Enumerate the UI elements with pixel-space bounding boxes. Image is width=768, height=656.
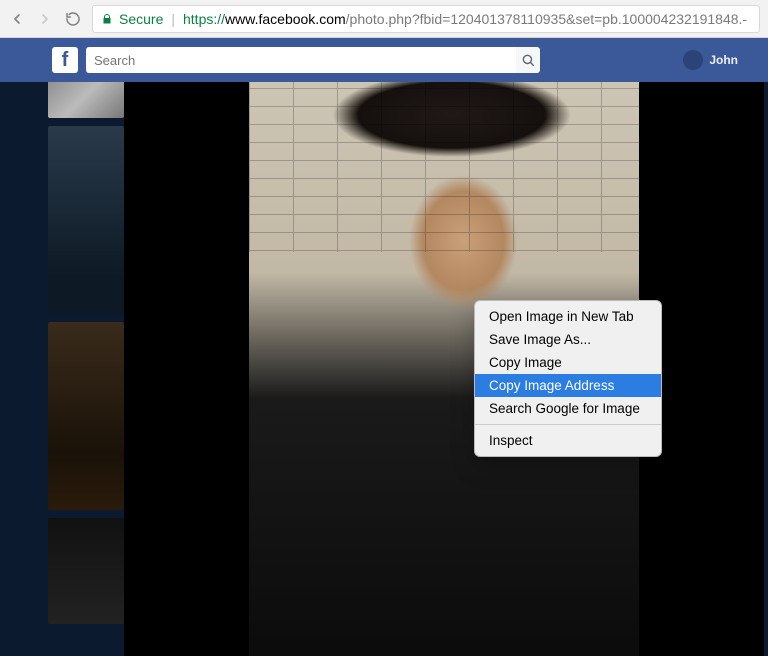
facebook-header: f John: [0, 38, 768, 82]
facebook-logo-icon[interactable]: f: [52, 47, 78, 73]
thumbnail[interactable]: [48, 82, 124, 118]
menu-inspect[interactable]: Inspect: [475, 429, 661, 452]
search-wrap: [86, 47, 516, 73]
reload-button[interactable]: [64, 10, 82, 28]
photo-lightbox: [124, 82, 764, 656]
forward-button[interactable]: [36, 10, 54, 28]
photo-bg-pattern: [249, 82, 639, 252]
lock-icon: [101, 12, 113, 26]
back-button[interactable]: [8, 10, 26, 28]
page-body: Open Image in New Tab Save Image As... C…: [0, 82, 768, 656]
menu-open-image-new-tab[interactable]: Open Image in New Tab: [475, 305, 661, 328]
profile-link[interactable]: John: [683, 50, 738, 70]
address-bar[interactable]: Secure | https://www.facebook.com/photo.…: [92, 5, 760, 33]
menu-copy-image-address[interactable]: Copy Image Address: [475, 374, 661, 397]
url-protocol: https://: [183, 11, 225, 27]
search-button[interactable]: [516, 47, 540, 73]
secure-label: Secure: [119, 11, 163, 27]
url-path: /photo.php?fbid=120401378110935&set=pb.1…: [346, 11, 747, 27]
thumbnail-strip: [48, 82, 124, 624]
avatar-icon: [683, 50, 703, 70]
search-input[interactable]: [86, 47, 516, 73]
menu-copy-image[interactable]: Copy Image: [475, 351, 661, 374]
address-divider: |: [171, 11, 175, 27]
url-host: www.facebook.com: [225, 11, 346, 27]
thumbnail[interactable]: [48, 322, 124, 510]
menu-search-google-image[interactable]: Search Google for Image: [475, 397, 661, 420]
context-menu: Open Image in New Tab Save Image As... C…: [474, 300, 662, 457]
menu-save-image-as[interactable]: Save Image As...: [475, 328, 661, 351]
browser-toolbar: Secure | https://www.facebook.com/photo.…: [0, 0, 768, 38]
thumbnail[interactable]: [48, 518, 124, 624]
thumbnail[interactable]: [48, 126, 124, 314]
menu-separator: [475, 424, 661, 425]
user-name: John: [709, 53, 738, 67]
